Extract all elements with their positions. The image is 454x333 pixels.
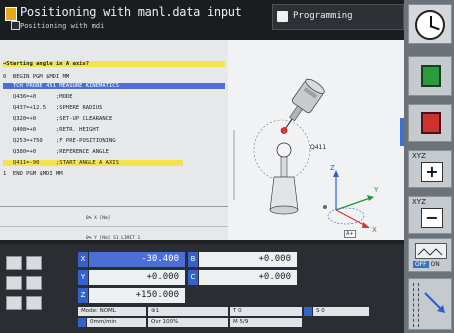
- program-line-selected[interactable]: TCH PROBE 451 MEASURE KINEMATICS: [3, 83, 225, 89]
- header-bar: Positioning with manl.data input Positio…: [0, 0, 404, 40]
- axis-z-label: Z: [330, 164, 335, 172]
- program-panel: →Starting angle in A axis? 0 BEGIN PGM $…: [0, 40, 228, 241]
- tool-info: T 0: [230, 307, 302, 316]
- status-tab-button[interactable]: [26, 276, 42, 290]
- on-state: ON: [430, 261, 440, 268]
- programming-mode-tab[interactable]: Programming: [272, 4, 404, 30]
- program-line[interactable]: Q320=+0 ;SET-UP CLEARANCE: [3, 116, 112, 122]
- plus-icon: +: [421, 162, 443, 182]
- status-display: X -30.400 B +0.000 Y +0.000 C +0.000 Z +…: [0, 244, 404, 333]
- arrow-icon: [424, 292, 445, 313]
- dialog-prompt: →Starting angle in A axis?: [3, 61, 225, 67]
- axis-z-tag: Z: [78, 288, 88, 303]
- scroll-softkey[interactable]: [408, 278, 452, 330]
- spindle-speed-info: S 0: [313, 307, 369, 316]
- axis-b-tag: B: [188, 252, 198, 267]
- axis-plus-softkey[interactable]: XYZ +: [408, 150, 452, 188]
- program-line[interactable]: Q436=+0 ;MODE: [3, 94, 73, 100]
- program-line[interactable]: 0 BEGIN PGM $MDI MM: [3, 74, 69, 80]
- load-readout-x: 0% X [Nm]: [86, 216, 111, 221]
- off-state: OFF: [413, 261, 429, 268]
- m-function-info: M 5/9: [230, 318, 302, 327]
- axis-minus-softkey[interactable]: XYZ −: [408, 196, 452, 234]
- power-off-icon: [421, 112, 441, 134]
- axis-x-position: -30.400: [89, 252, 185, 267]
- axis-a-label: A+: [344, 230, 356, 238]
- axis-y-label: Y: [374, 186, 379, 194]
- program-line[interactable]: Q408=+0 ;RETR. HEIGHT: [3, 127, 99, 133]
- override-info: Ovr 100%: [148, 318, 228, 327]
- program-line[interactable]: Q437=+12.5 ;SPHERE RADIUS: [3, 105, 102, 111]
- status-tab-button[interactable]: [26, 256, 42, 270]
- load-readout-y: 0% Y [Nm] S1 LIMIT 1: [86, 236, 141, 241]
- divider: [0, 226, 228, 227]
- axis-c-tag: C: [188, 270, 198, 285]
- axis-b-position: +0.000: [199, 252, 297, 267]
- machine-off-softkey[interactable]: [408, 104, 452, 142]
- minus-icon: −: [421, 208, 443, 228]
- programming-icon: [277, 11, 288, 22]
- clock-icon: [415, 10, 445, 40]
- program-line[interactable]: Q380=+0 ;REFERENCE ANGLE: [3, 149, 109, 155]
- spindle-info: ⊛1: [148, 307, 228, 316]
- axis-y-tag: Y: [78, 270, 88, 285]
- calibration-sphere-icon: [269, 142, 299, 215]
- probe-kinematics-illustration: [233, 78, 374, 228]
- programming-tab-label: Programming: [293, 11, 353, 21]
- help-graphic-panel: Q411 Z Y X A+: [228, 40, 404, 240]
- mode-icon: [5, 7, 17, 21]
- mode-info: Mode: NOML: [78, 307, 146, 316]
- spindle-state-icon: [304, 307, 312, 316]
- operating-mode-subtitle: Positioning with mdi: [20, 22, 105, 30]
- status-tab-button[interactable]: [6, 296, 22, 310]
- probe-head-icon: [280, 78, 325, 134]
- xyz-label: XYZ: [412, 152, 426, 160]
- axis-y-position: +0.000: [89, 270, 185, 285]
- clock-softkey[interactable]: [408, 4, 452, 44]
- off-on-toggle[interactable]: OFF ON: [413, 261, 440, 268]
- axis-x-label: X: [372, 226, 377, 234]
- vertical-softkey-bar: XYZ + XYZ − OFF ON: [404, 0, 454, 333]
- power-on-icon: [421, 65, 441, 87]
- program-line[interactable]: Q253=+750 ;F PRE-POSITIONING: [3, 138, 116, 144]
- axis-c-position: +0.000: [199, 270, 297, 285]
- status-tab-button[interactable]: [6, 276, 22, 290]
- waveform-icon: [415, 243, 447, 259]
- axis-x-tag: X: [78, 252, 88, 267]
- feed-info: 0mm/min: [87, 318, 146, 327]
- xyz-label: XYZ: [412, 198, 426, 206]
- status-tab-button[interactable]: [26, 296, 42, 310]
- feed-override-softkey[interactable]: OFF ON: [408, 238, 452, 272]
- axis-z-position: +150.000: [89, 288, 185, 303]
- program-mode-icon: [11, 21, 20, 30]
- active-softkey-marker: [400, 118, 404, 146]
- program-line[interactable]: 1 END PGM $MDI MM: [3, 171, 63, 177]
- divider: [0, 206, 228, 207]
- feed-icon: [78, 318, 86, 327]
- status-tab-button[interactable]: [6, 256, 22, 270]
- scroll-track-icon: [413, 283, 419, 327]
- machine-on-softkey[interactable]: [408, 56, 452, 96]
- callout-label: Q411: [310, 144, 327, 151]
- operating-mode-title: Positioning with manl.data input: [20, 5, 242, 19]
- program-line-active[interactable]: Q411=-90 ;START ANGLE A AXIS: [3, 160, 183, 166]
- coordinate-axes-icon: [323, 170, 374, 228]
